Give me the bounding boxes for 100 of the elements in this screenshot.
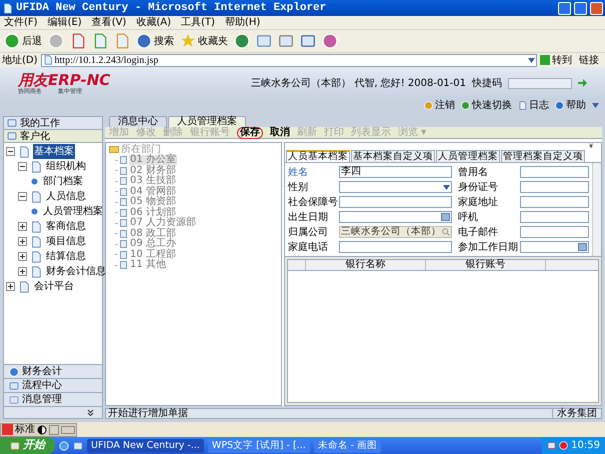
tree-item[interactable]: 人员信息	[45, 189, 87, 204]
toolbar-action[interactable]: 取消	[270, 128, 290, 138]
tree-item[interactable]: 会计平台	[33, 279, 75, 294]
tab[interactable]: 人员管理档案	[436, 150, 500, 162]
department-item[interactable]: 07 人力资源部	[129, 218, 197, 228]
tab[interactable]: 人员基本档案	[286, 150, 350, 162]
moon-icon[interactable]	[37, 424, 47, 434]
menu-item[interactable]: 收藏(A)	[136, 15, 171, 30]
field-label: 身份证号	[458, 180, 499, 194]
calendar-icon	[578, 243, 587, 251]
sidebar-section[interactable]: 财务会计	[4, 364, 102, 378]
address-field[interactable]: http://10.1.2.243/login.jsp	[40, 54, 537, 66]
taskbar-button[interactable]: 未命名 - 画图	[314, 438, 382, 452]
input-field[interactable]	[520, 226, 589, 238]
collapse-icon[interactable]	[18, 192, 27, 201]
document-icon	[518, 101, 527, 110]
tree-item[interactable]: 项目信息	[45, 234, 87, 249]
home-button[interactable]	[114, 31, 130, 51]
sidebar-tab[interactable]: 客户化	[4, 130, 102, 143]
department-item[interactable]: 10 工程部	[129, 250, 177, 260]
caret-icon[interactable]	[592, 103, 599, 108]
sidebar-section[interactable]: 消息管理	[4, 392, 102, 406]
menu-item[interactable]: 编辑(E)	[48, 15, 82, 30]
taskbar-button[interactable]: WPS文字 [试用] - [...	[208, 438, 310, 452]
department-item[interactable]: 03 生技部	[129, 176, 177, 186]
expand-icon[interactable]	[6, 282, 15, 291]
taskbar-button[interactable]: UFIDA New Century -...	[87, 438, 204, 452]
minimize-button[interactable]	[558, 2, 571, 14]
status-group: 水务集团	[552, 408, 601, 418]
department-item[interactable]: 02 财务部	[129, 166, 177, 176]
department-item[interactable]: 04 管网部	[129, 186, 177, 197]
input-field[interactable]	[339, 241, 452, 253]
date-field[interactable]	[339, 211, 452, 223]
tree-item[interactable]: 组织机构	[45, 159, 87, 174]
help-link[interactable]: 帮助	[555, 98, 586, 113]
tree-item[interactable]: 财务会计信息	[45, 264, 107, 279]
input-field[interactable]	[520, 196, 589, 208]
expand-icon[interactable]	[18, 267, 27, 276]
history-button[interactable]	[234, 31, 250, 51]
department-item[interactable]: 09 总工办	[129, 239, 177, 250]
input-field[interactable]	[520, 211, 589, 223]
select-field[interactable]	[339, 181, 452, 193]
menu-item[interactable]: 查看(V)	[92, 15, 126, 30]
tree-item[interactable]: 结算信息	[45, 249, 87, 264]
field-label: 归属公司	[288, 226, 329, 240]
tree-item[interactable]: 人员管理档案	[42, 204, 104, 219]
sidebar-tab[interactable]: 我的工作	[4, 117, 102, 130]
expand-icon[interactable]	[18, 222, 27, 231]
tab[interactable]: 管理档案自定义项	[501, 150, 585, 162]
field-label: 家庭地址	[458, 196, 499, 210]
department-item[interactable]: 11 其他	[129, 260, 167, 270]
expand-icon[interactable]	[18, 237, 27, 246]
collapse-icon[interactable]	[6, 147, 15, 156]
back-button[interactable]: 后退	[4, 31, 42, 51]
input-field[interactable]	[520, 181, 589, 193]
favorites-button[interactable]: 收藏夹	[180, 31, 228, 51]
close-button[interactable]	[590, 2, 603, 14]
field-label: 参加工作日期	[458, 240, 519, 254]
refresh-button[interactable]	[92, 31, 108, 51]
tab[interactable]: 基本档案自定义项	[351, 150, 435, 162]
switch-link[interactable]: 快速切换	[461, 98, 512, 113]
stop-button[interactable]	[70, 31, 86, 51]
log-link[interactable]: 日志	[518, 98, 549, 113]
menu-item[interactable]: 文件(F)	[4, 15, 38, 30]
department-item[interactable]: 06 计划部	[129, 208, 177, 218]
lookup-field[interactable]: 三峡水务公司（本部）	[339, 226, 452, 238]
collapse-icon[interactable]	[18, 162, 27, 171]
shortcut-field[interactable]	[508, 78, 572, 88]
tree-item[interactable]: 部门档案	[42, 174, 84, 189]
clock: 10:59	[571, 439, 600, 453]
links-button[interactable]: 链接	[575, 52, 603, 68]
tab[interactable]: 人员管理档案	[168, 116, 246, 127]
document-icon	[30, 250, 42, 262]
field-label: 曾用名	[458, 166, 489, 180]
menu-item[interactable]: 帮助(H)	[224, 15, 260, 30]
document-icon	[30, 266, 42, 278]
menu-item[interactable]: 工具(T)	[181, 15, 215, 30]
search-button[interactable]: 搜索	[136, 31, 174, 51]
input-field[interactable]	[520, 166, 589, 178]
input-field[interactable]: 李四	[339, 166, 452, 178]
chevron-icon[interactable]	[87, 409, 94, 416]
tree-item[interactable]: 客商信息	[45, 219, 87, 234]
go-button[interactable]: 转到	[540, 52, 572, 68]
department-item[interactable]: 05 物资部	[129, 197, 177, 208]
leaf-dot-icon	[31, 178, 38, 185]
department-item[interactable]: 08 政工部	[129, 228, 177, 239]
sidebar-section[interactable]: 流程中心	[4, 378, 102, 392]
tab[interactable]: 消息中心	[109, 116, 167, 127]
scrollbar[interactable]	[592, 163, 601, 256]
input-field[interactable]	[339, 196, 452, 208]
dropdown-icon[interactable]	[528, 58, 535, 62]
logout-link[interactable]: 注销	[424, 98, 455, 113]
start-button[interactable]: 开始	[0, 437, 55, 454]
date-field[interactable]	[520, 241, 589, 253]
ime-mode-button[interactable]: 标准	[15, 424, 35, 436]
maximize-button[interactable]	[574, 2, 587, 14]
window-title: UFIDA New Century - Microsoft Internet Explorer	[16, 0, 328, 16]
expand-icon[interactable]	[18, 252, 27, 261]
tree-item[interactable]: 基本档案	[33, 144, 75, 159]
messenger-button[interactable]	[322, 31, 338, 51]
